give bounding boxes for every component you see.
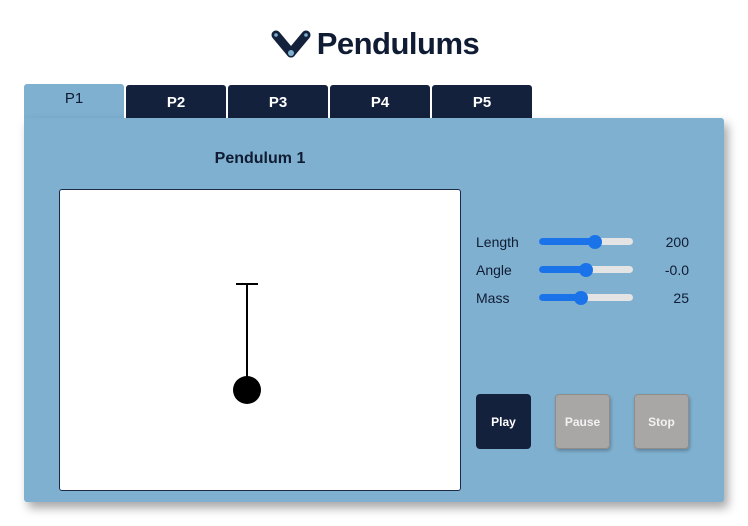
- angle-slider[interactable]: [539, 263, 633, 277]
- length-slider-fill: [539, 238, 596, 245]
- tab-p1[interactable]: P1: [24, 84, 124, 120]
- tab-label: P3: [268, 93, 288, 111]
- app-header: Pendulums: [0, 24, 748, 64]
- pendulum-drawing: [233, 283, 261, 404]
- mass-slider[interactable]: [539, 291, 633, 305]
- app-title: Pendulums: [316, 26, 480, 61]
- stop-button[interactable]: Stop: [634, 394, 689, 449]
- pendulum-bob[interactable]: [233, 376, 261, 404]
- pendulum-canvas: [59, 189, 461, 491]
- pause-button[interactable]: Pause: [555, 394, 610, 449]
- tab-p4[interactable]: P4: [330, 85, 430, 119]
- tab-label: P5: [472, 93, 492, 111]
- angle-slider-thumb[interactable]: [579, 263, 593, 277]
- length-label: Length: [476, 234, 519, 250]
- pendulum-title: Pendulum 1: [214, 150, 306, 167]
- pendulum-logo-icon: [271, 30, 311, 58]
- angle-label: Angle: [476, 262, 512, 278]
- length-slider-thumb[interactable]: [588, 235, 603, 249]
- tab-p5[interactable]: P5: [432, 85, 532, 119]
- tab-label: P1: [64, 90, 84, 107]
- length-value: 200: [665, 234, 689, 250]
- tab-label: P2: [166, 93, 186, 111]
- mass-slider-thumb[interactable]: [574, 291, 589, 305]
- play-button[interactable]: Play: [476, 394, 531, 449]
- tab-p3[interactable]: P3: [228, 85, 328, 119]
- tab-label: P4: [370, 93, 390, 111]
- length-slider[interactable]: [539, 235, 633, 249]
- mass-control: Mass 25: [476, 288, 696, 308]
- length-control: Length 200: [476, 232, 696, 252]
- pendulum-panel: Pendulum 1 Length 200 Angle -0.0 Mass 25…: [24, 118, 724, 502]
- angle-value: -0.0: [664, 262, 689, 278]
- angle-control: Angle -0.0: [476, 260, 696, 280]
- mass-label: Mass: [476, 290, 510, 306]
- tab-p2[interactable]: P2: [126, 85, 226, 119]
- mass-value: 25: [673, 290, 689, 306]
- pendulum-tabs: P1 P2 P3 P4 P5: [24, 84, 532, 120]
